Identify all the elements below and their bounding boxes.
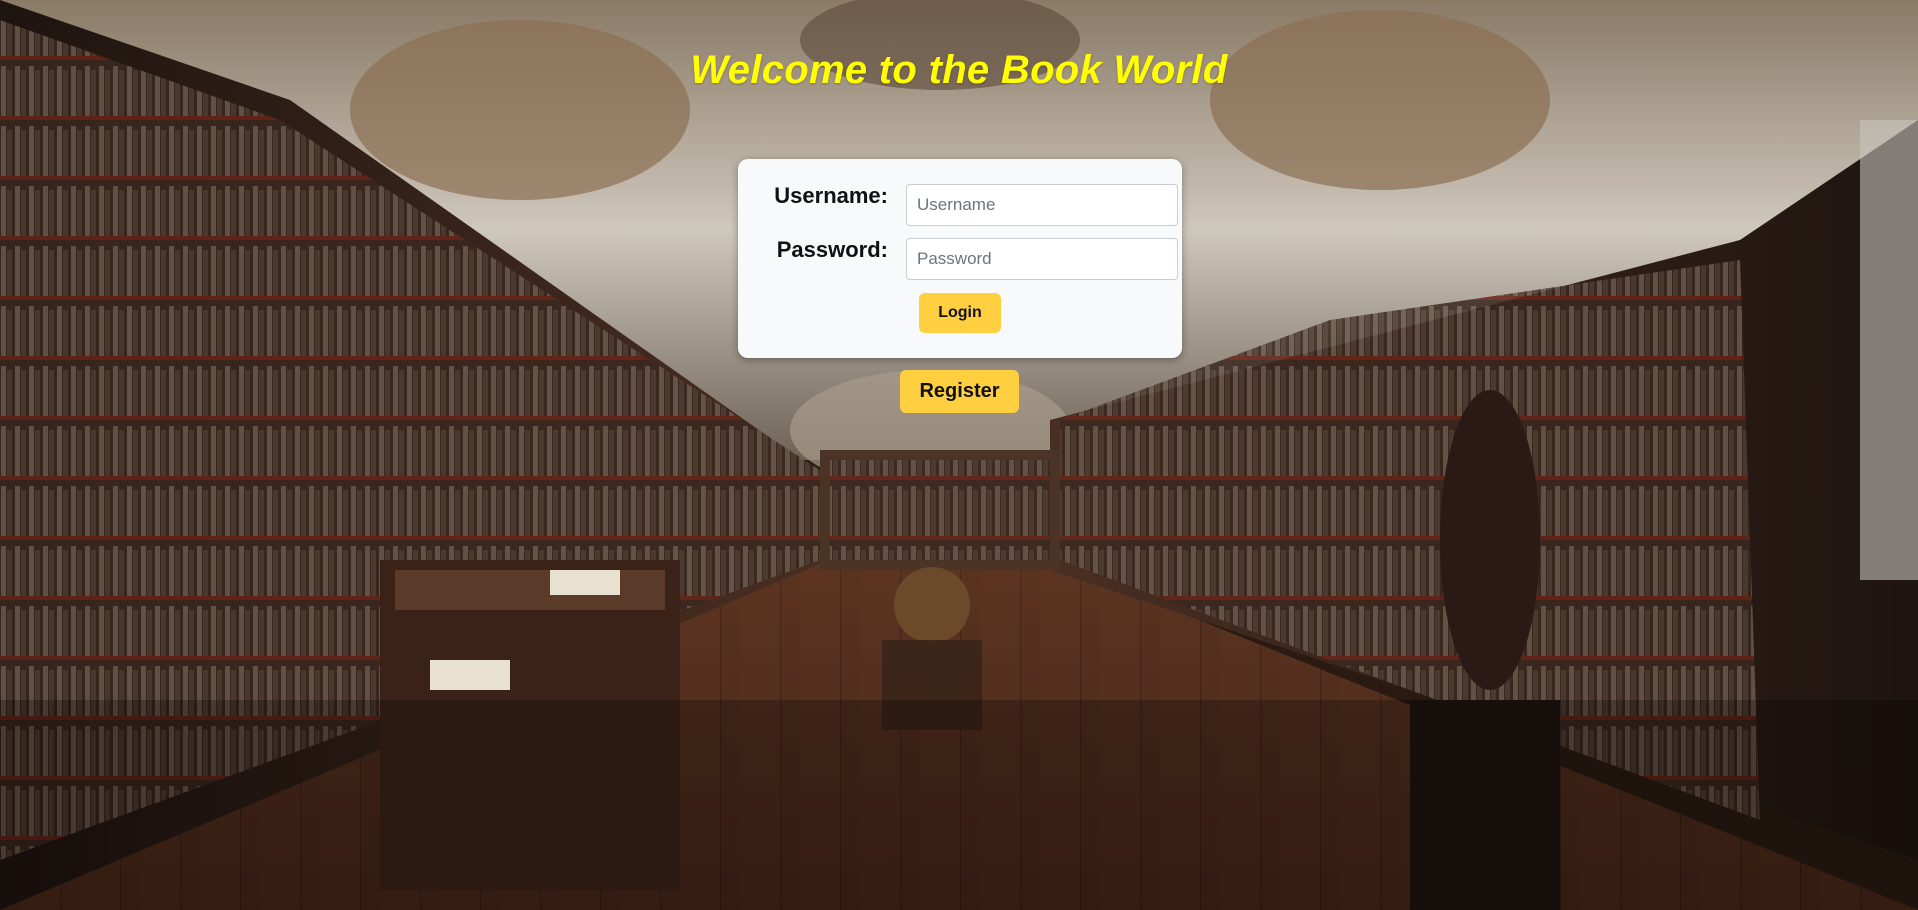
library-background-image bbox=[0, 0, 1918, 910]
username-label: Username: bbox=[774, 183, 888, 208]
login-form: Username: Password: Login bbox=[738, 159, 1182, 358]
login-button[interactable]: Login bbox=[919, 293, 1001, 333]
password-input[interactable] bbox=[906, 238, 1178, 280]
register-button[interactable]: Register bbox=[900, 370, 1019, 413]
password-label: Password: bbox=[776, 237, 888, 262]
username-input[interactable] bbox=[906, 184, 1178, 226]
page-title: Welcome to the Book World bbox=[690, 48, 1228, 92]
